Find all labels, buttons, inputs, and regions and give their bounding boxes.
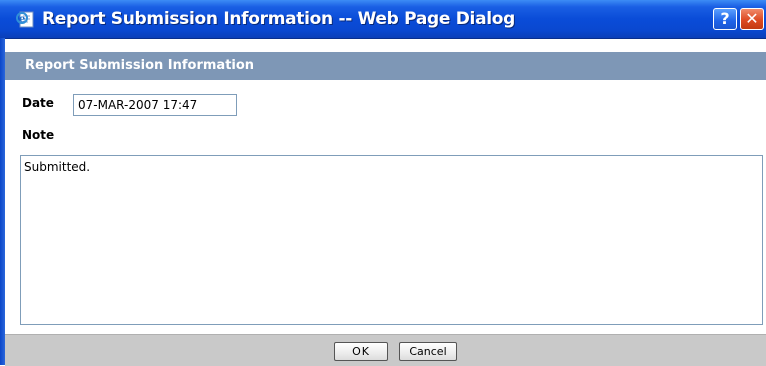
close-button[interactable]: ✕ (740, 8, 764, 30)
date-field[interactable]: 07-MAR-2007 17:47 (73, 94, 237, 116)
dialog-window: e Report Submission Information -- Web P… (0, 0, 766, 366)
close-icon: ✕ (745, 9, 759, 28)
window-frame-left (0, 38, 5, 365)
svg-text:e: e (19, 14, 25, 25)
window-title: Report Submission Information -- Web Pag… (42, 9, 516, 29)
help-button[interactable]: ? (713, 8, 737, 30)
dialog-footer: OK Cancel (5, 334, 766, 366)
title-bar[interactable]: e Report Submission Information -- Web P… (0, 0, 766, 39)
ok-button[interactable]: OK (334, 342, 388, 361)
help-icon: ? (720, 9, 730, 28)
ie-page-icon: e (16, 9, 36, 29)
section-header: Report Submission Information (5, 52, 766, 80)
note-label: Note (22, 128, 55, 142)
date-label: Date (22, 96, 54, 110)
section-title: Report Submission Information (25, 58, 255, 73)
note-textarea[interactable]: Submitted. (20, 155, 763, 325)
cancel-button[interactable]: Cancel (399, 342, 457, 361)
